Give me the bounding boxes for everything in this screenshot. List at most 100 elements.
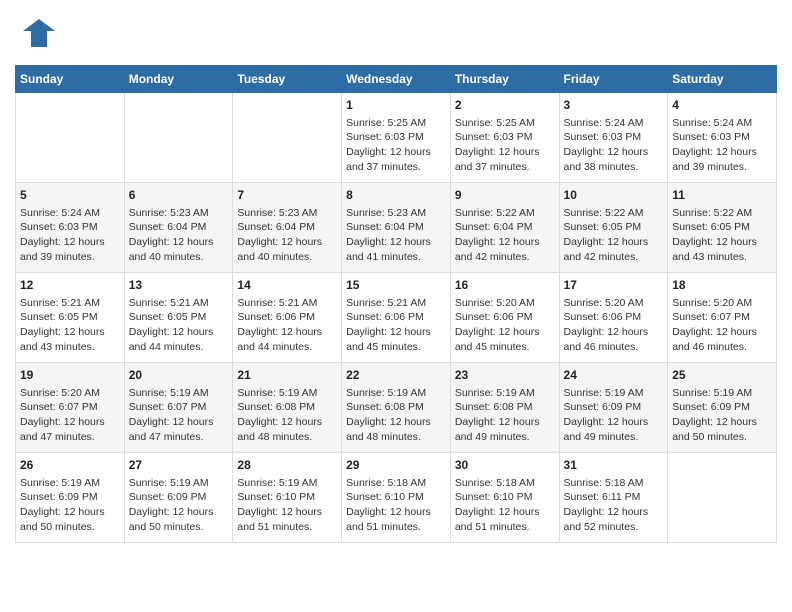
day-number: 9	[455, 187, 555, 204]
day-number: 26	[20, 457, 120, 474]
calendar-cell	[124, 93, 233, 183]
calendar-cell: 25 Sunrise: 5:19 AM Sunset: 6:09 PM Dayli…	[668, 363, 777, 453]
calendar-cell: 4 Sunrise: 5:24 AM Sunset: 6:03 PM Daylig…	[668, 93, 777, 183]
calendar-cell: 22 Sunrise: 5:19 AM Sunset: 6:08 PM Dayli…	[342, 363, 451, 453]
calendar-cell: 27Sunrise: 5:19 AM Sunset: 6:09 PM Dayli…	[124, 453, 233, 543]
day-info: Sunrise: 5:18 AM Sunset: 6:11 PM Dayligh…	[564, 476, 664, 535]
calendar-cell: 3 Sunrise: 5:24 AM Sunset: 6:03 PM Daylig…	[559, 93, 668, 183]
weekday-header-sunday: Sunday	[16, 66, 125, 93]
day-number: 6	[129, 187, 229, 204]
day-number: 14	[237, 277, 337, 294]
calendar-cell	[16, 93, 125, 183]
calendar-cell: 19 Sunrise: 5:20 AM Sunset: 6:07 PM Dayli…	[16, 363, 125, 453]
day-info: Sunrise: 5:23 AM Sunset: 6:04 PM Dayligh…	[237, 206, 337, 265]
calendar-week-row: 5 Sunrise: 5:24 AM Sunset: 6:03 PM Daylig…	[16, 183, 777, 273]
calendar-cell: 12Sunrise: 5:21 AM Sunset: 6:05 PM Dayli…	[16, 273, 125, 363]
calendar-cell	[668, 453, 777, 543]
calendar-cell: 17 Sunrise: 5:20 AM Sunset: 6:06 PM Dayli…	[559, 273, 668, 363]
weekday-header-saturday: Saturday	[668, 66, 777, 93]
calendar-cell	[233, 93, 342, 183]
logo-icon	[15, 15, 55, 55]
calendar-cell: 11Sunrise: 5:22 AM Sunset: 6:05 PM Dayli…	[668, 183, 777, 273]
logo	[15, 15, 59, 55]
day-info: Sunrise: 5:19 AM Sunset: 6:08 PM Dayligh…	[346, 386, 446, 445]
day-number: 28	[237, 457, 337, 474]
calendar-cell: 26 Sunrise: 5:19 AM Sunset: 6:09 PM Dayli…	[16, 453, 125, 543]
day-number: 11	[672, 187, 772, 204]
day-number: 8	[346, 187, 446, 204]
day-info: Sunrise: 5:20 AM Sunset: 6:06 PM Dayligh…	[455, 296, 555, 355]
day-number: 24	[564, 367, 664, 384]
calendar-cell: 30 Sunrise: 5:18 AM Sunset: 6:10 PM Dayli…	[450, 453, 559, 543]
calendar-cell: 23Sunrise: 5:19 AM Sunset: 6:08 PM Dayli…	[450, 363, 559, 453]
weekday-header-friday: Friday	[559, 66, 668, 93]
calendar-cell: 20 Sunrise: 5:19 AM Sunset: 6:07 PM Dayli…	[124, 363, 233, 453]
day-info: Sunrise: 5:24 AM Sunset: 6:03 PM Dayligh…	[672, 116, 772, 175]
day-info: Sunrise: 5:18 AM Sunset: 6:10 PM Dayligh…	[455, 476, 555, 535]
day-number: 3	[564, 97, 664, 114]
day-info: Sunrise: 5:19 AM Sunset: 6:08 PM Dayligh…	[237, 386, 337, 445]
calendar-cell: 6 Sunrise: 5:23 AM Sunset: 6:04 PM Daylig…	[124, 183, 233, 273]
day-number: 7	[237, 187, 337, 204]
calendar-week-row: 12 Sunrise: 5:21 AM Sunset: 6:05 PM Dayli…	[16, 273, 777, 363]
day-info: Sunrise: 5:19 AM Sunset: 6:09 PM Dayligh…	[564, 386, 664, 445]
day-number: 30	[455, 457, 555, 474]
calendar-header: SundayMondayTuesdayWednesdayThursdayFrid…	[16, 66, 777, 93]
day-info: Sunrise: 5:19 AM Sunset: 6:09 PM Dayligh…	[129, 476, 229, 535]
day-number: 2	[455, 97, 555, 114]
calendar-cell: 5 Sunrise: 5:24 AM Sunset: 6:03 PM Daylig…	[16, 183, 125, 273]
calendar-cell: 9 Sunrise: 5:22 AM Sunset: 6:04 PM Daylig…	[450, 183, 559, 273]
day-info: Sunrise: 5:21 AM Sunset: 6:06 PM Dayligh…	[346, 296, 446, 355]
weekday-header-wednesday: Wednesday	[342, 66, 451, 93]
day-info: Sunrise: 5:19 AM Sunset: 6:09 PM Dayligh…	[20, 476, 120, 535]
calendar-cell: 29 Sunrise: 5:18 AM Sunset: 6:10 PM Dayli…	[342, 453, 451, 543]
calendar-cell: 10 Sunrise: 5:22 AM Sunset: 6:05 PM Dayli…	[559, 183, 668, 273]
day-info: Sunrise: 5:18 AM Sunset: 6:10 PM Dayligh…	[346, 476, 446, 535]
day-info: Sunrise: 5:19 AM Sunset: 6:07 PM Dayligh…	[129, 386, 229, 445]
day-info: Sunrise: 5:24 AM Sunset: 6:03 PM Dayligh…	[564, 116, 664, 175]
calendar-cell: 14Sunrise: 5:21 AM Sunset: 6:06 PM Dayli…	[233, 273, 342, 363]
day-number: 20	[129, 367, 229, 384]
day-number: 17	[564, 277, 664, 294]
calendar-week-row: 19 Sunrise: 5:20 AM Sunset: 6:07 PM Dayli…	[16, 363, 777, 453]
calendar-cell: 31 Sunrise: 5:18 AM Sunset: 6:11 PM Dayli…	[559, 453, 668, 543]
weekday-header-thursday: Thursday	[450, 66, 559, 93]
calendar-cell: 8Sunrise: 5:23 AM Sunset: 6:04 PM Daylig…	[342, 183, 451, 273]
day-number: 1	[346, 97, 446, 114]
day-number: 16	[455, 277, 555, 294]
calendar-cell: 24 Sunrise: 5:19 AM Sunset: 6:09 PM Dayli…	[559, 363, 668, 453]
day-number: 5	[20, 187, 120, 204]
day-number: 22	[346, 367, 446, 384]
day-number: 25	[672, 367, 772, 384]
day-info: Sunrise: 5:21 AM Sunset: 6:05 PM Dayligh…	[129, 296, 229, 355]
day-info: Sunrise: 5:25 AM Sunset: 6:03 PM Dayligh…	[455, 116, 555, 175]
weekday-header-row: SundayMondayTuesdayWednesdayThursdayFrid…	[16, 66, 777, 93]
day-number: 29	[346, 457, 446, 474]
day-number: 31	[564, 457, 664, 474]
day-number: 19	[20, 367, 120, 384]
day-info: Sunrise: 5:19 AM Sunset: 6:09 PM Dayligh…	[672, 386, 772, 445]
day-number: 10	[564, 187, 664, 204]
weekday-header-tuesday: Tuesday	[233, 66, 342, 93]
calendar-table: SundayMondayTuesdayWednesdayThursdayFrid…	[15, 65, 777, 543]
day-info: Sunrise: 5:24 AM Sunset: 6:03 PM Dayligh…	[20, 206, 120, 265]
calendar-cell: 7 Sunrise: 5:23 AM Sunset: 6:04 PM Daylig…	[233, 183, 342, 273]
day-info: Sunrise: 5:22 AM Sunset: 6:04 PM Dayligh…	[455, 206, 555, 265]
day-info: Sunrise: 5:23 AM Sunset: 6:04 PM Dayligh…	[129, 206, 229, 265]
day-info: Sunrise: 5:20 AM Sunset: 6:07 PM Dayligh…	[20, 386, 120, 445]
page-header	[15, 15, 777, 55]
day-info: Sunrise: 5:20 AM Sunset: 6:06 PM Dayligh…	[564, 296, 664, 355]
calendar-week-row: 26 Sunrise: 5:19 AM Sunset: 6:09 PM Dayli…	[16, 453, 777, 543]
day-number: 4	[672, 97, 772, 114]
day-info: Sunrise: 5:22 AM Sunset: 6:05 PM Dayligh…	[564, 206, 664, 265]
calendar-cell: 16 Sunrise: 5:20 AM Sunset: 6:06 PM Dayli…	[450, 273, 559, 363]
calendar-cell: 2 Sunrise: 5:25 AM Sunset: 6:03 PM Daylig…	[450, 93, 559, 183]
day-info: Sunrise: 5:19 AM Sunset: 6:10 PM Dayligh…	[237, 476, 337, 535]
day-number: 18	[672, 277, 772, 294]
day-number: 13	[129, 277, 229, 294]
calendar-week-row: 1 Sunrise: 5:25 AM Sunset: 6:03 PM Daylig…	[16, 93, 777, 183]
day-info: Sunrise: 5:19 AM Sunset: 6:08 PM Dayligh…	[455, 386, 555, 445]
day-info: Sunrise: 5:25 AM Sunset: 6:03 PM Dayligh…	[346, 116, 446, 175]
day-number: 15	[346, 277, 446, 294]
day-number: 12	[20, 277, 120, 294]
